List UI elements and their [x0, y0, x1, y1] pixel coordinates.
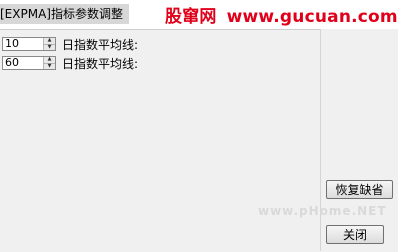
- period-label-2: 日指数平均线:: [62, 56, 139, 71]
- spin-down-icon[interactable]: ▼: [43, 43, 55, 50]
- period-input-1[interactable]: [5, 38, 43, 50]
- param-row-2: ▲ ▼ 日指数平均线:: [2, 55, 138, 71]
- brand-name: 股窜网: [165, 7, 217, 27]
- period-spinbox-2[interactable]: ▲ ▼: [2, 56, 56, 70]
- param-row-1: ▲ ▼ 日指数平均线:: [2, 36, 138, 52]
- spin-down-icon[interactable]: ▼: [43, 62, 55, 69]
- title-bar: [EXPMA]指标参数调整 股窜网 www.gucuan.com: [0, 0, 398, 29]
- spin-buttons-1: ▲ ▼: [43, 38, 55, 50]
- period-input-2[interactable]: [5, 57, 43, 69]
- period-spinbox-1[interactable]: ▲ ▼: [2, 37, 56, 51]
- spin-buttons-2: ▲ ▼: [43, 57, 55, 69]
- brand-watermark: 股窜网 www.gucuan.com: [165, 2, 398, 27]
- brand-site: www.gucuan.com: [226, 7, 398, 27]
- window-title: [EXPMA]指标参数调整: [0, 4, 129, 24]
- period-label-1: 日指数平均线:: [62, 37, 139, 52]
- site-watermark: www.pHome.NET: [258, 204, 387, 218]
- close-button[interactable]: 关闭: [326, 225, 384, 244]
- restore-defaults-button[interactable]: 恢复缺省: [326, 180, 393, 199]
